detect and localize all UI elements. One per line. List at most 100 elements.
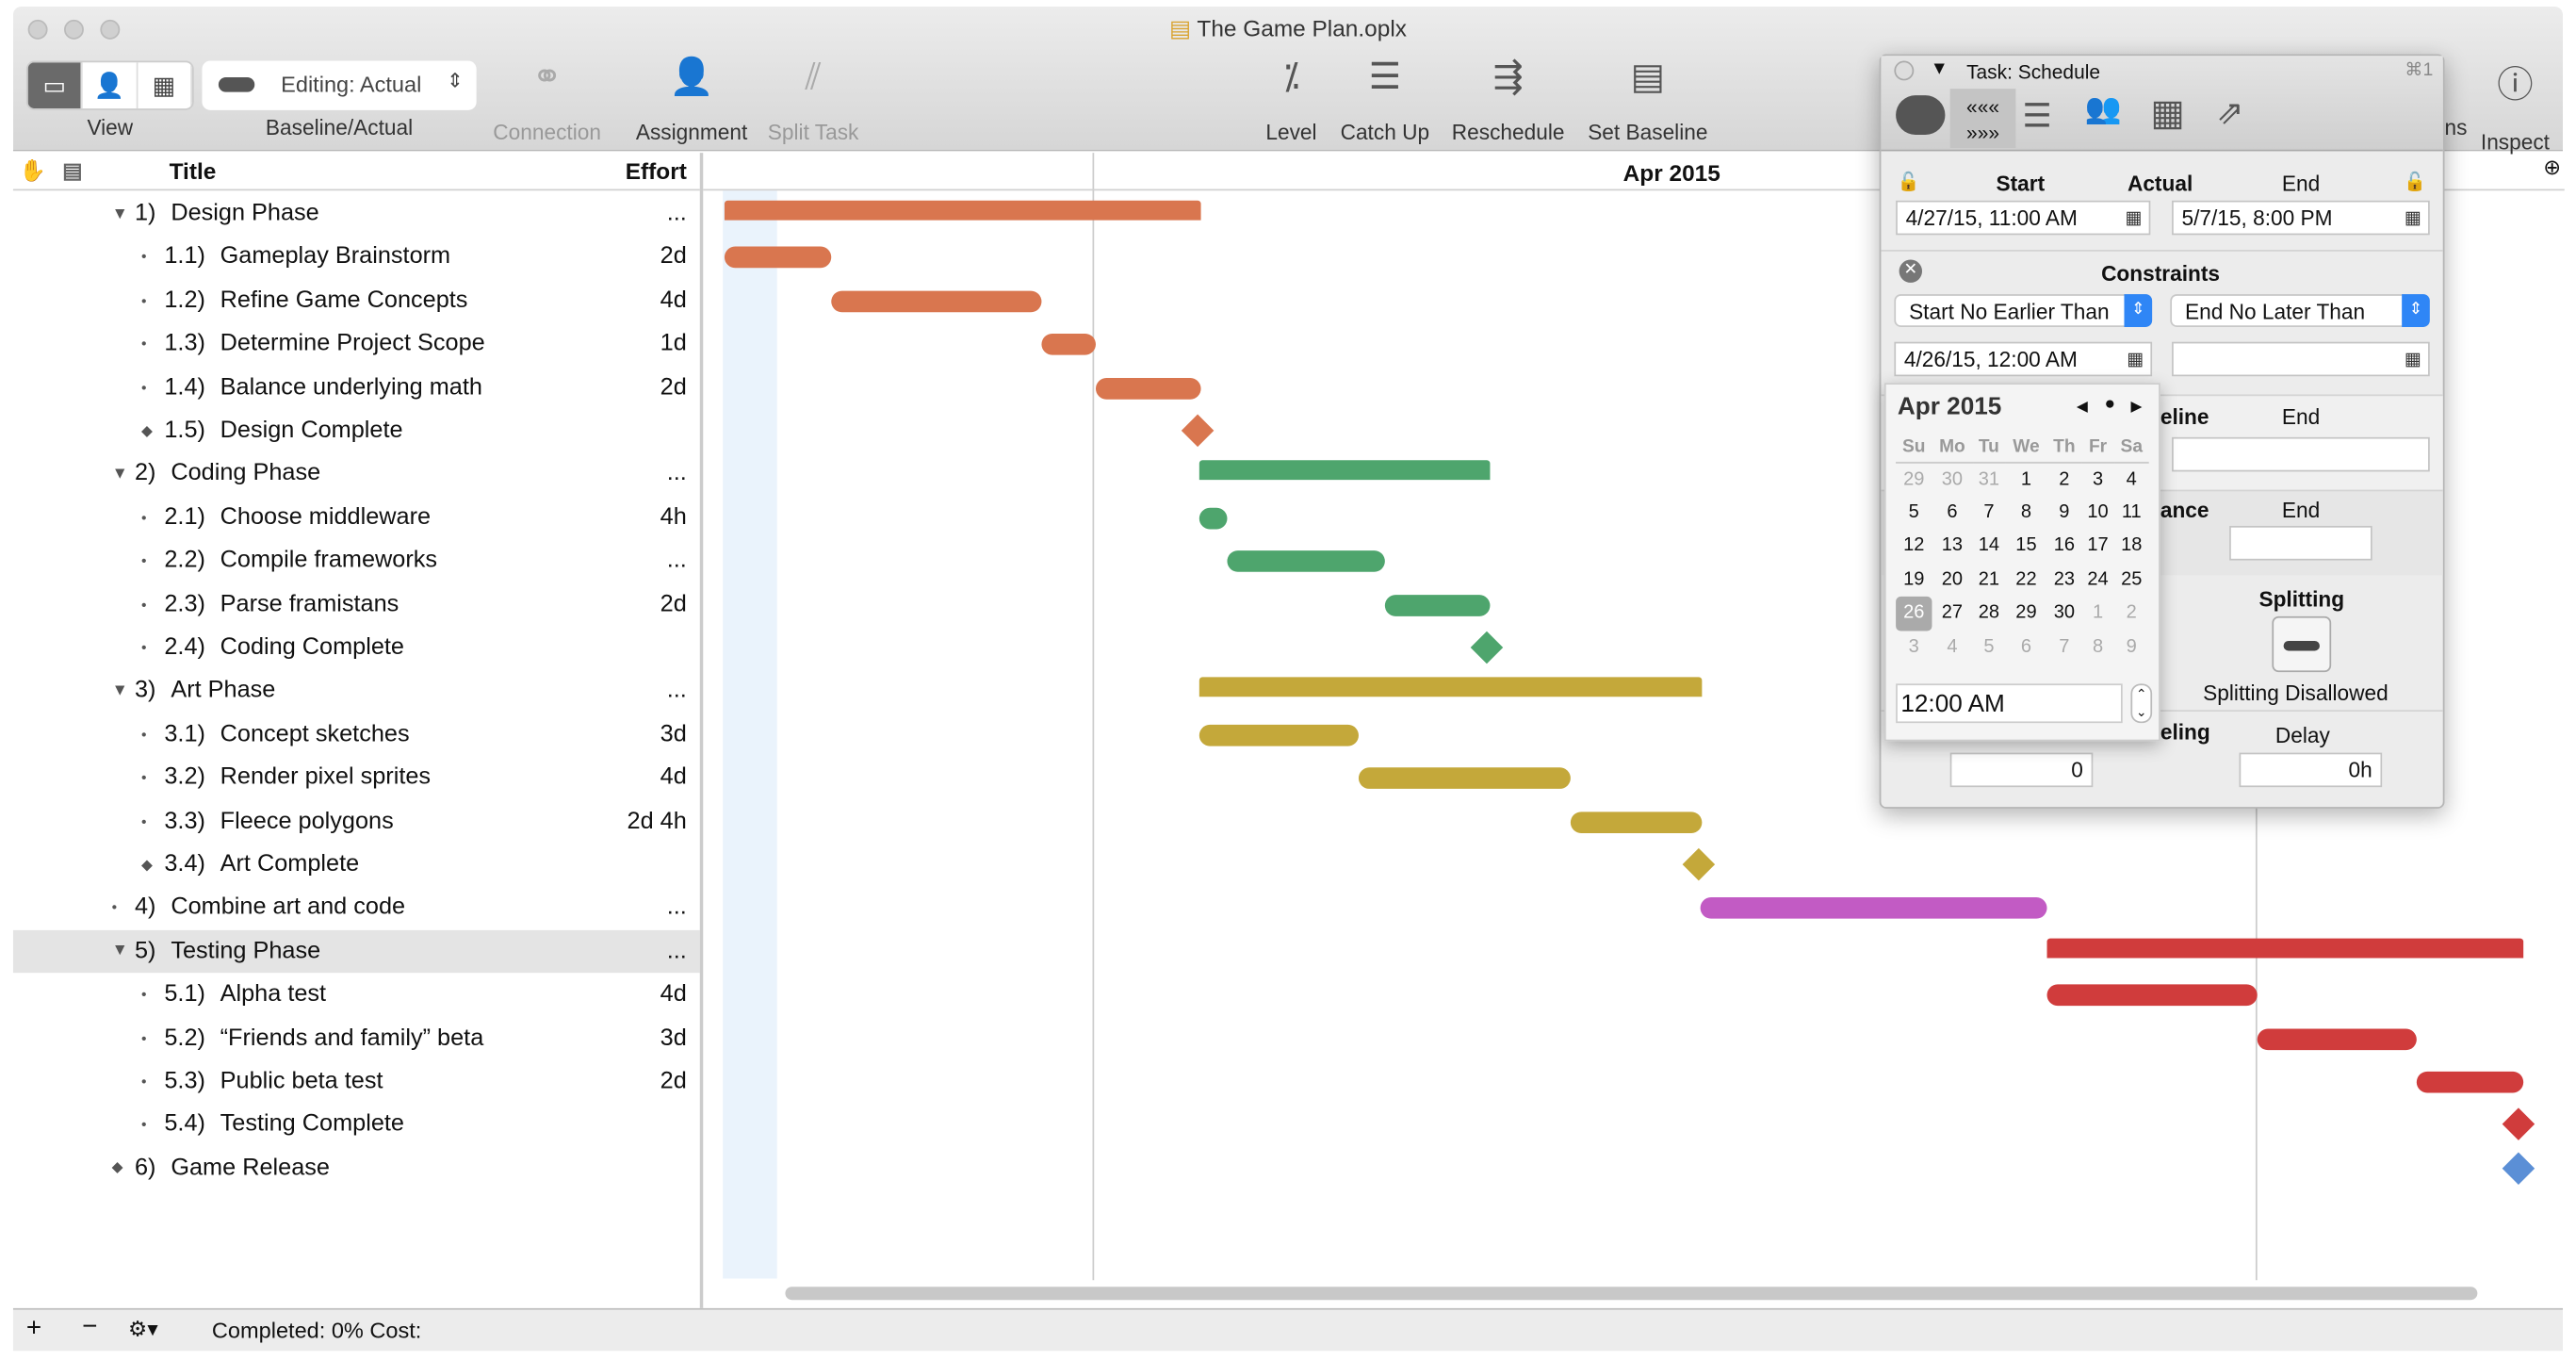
inspect-button[interactable]: ⓘ Inspect: [2470, 56, 2559, 155]
calendar-day[interactable]: 4: [2114, 462, 2149, 496]
task-effort[interactable]: ...: [667, 201, 687, 227]
disclosure-triangle-icon[interactable]: ▼: [112, 681, 128, 699]
task-bar[interactable]: [724, 247, 832, 269]
calendar-day[interactable]: 23: [2047, 563, 2082, 597]
next-month-icon[interactable]: ▶: [2130, 398, 2142, 416]
task-effort[interactable]: 1d: [660, 331, 687, 357]
end-date-field[interactable]: 5/7/15, 8:00 PM ▦: [2172, 200, 2430, 236]
calendar-day[interactable]: 29: [2005, 597, 2046, 631]
calendar-day[interactable]: 3: [1896, 631, 1932, 664]
dependencies-tab[interactable]: ☰: [2022, 95, 2051, 137]
calendar-day[interactable]: 16: [2047, 529, 2082, 563]
task-effort[interactable]: ...: [667, 938, 687, 964]
task-bar[interactable]: [831, 290, 1042, 312]
calendar-day[interactable]: 19: [1896, 563, 1932, 597]
task-effort[interactable]: 2d: [660, 1068, 687, 1094]
add-icon[interactable]: +: [26, 1315, 41, 1344]
outline-row[interactable]: • 5.3) Public beta test 2d: [13, 1060, 700, 1103]
task-bar[interactable]: [1198, 724, 1359, 746]
outline-row[interactable]: • 2.2) Compile frameworks...: [13, 539, 700, 582]
variance-end-field[interactable]: [2229, 525, 2372, 561]
gear-icon[interactable]: ⚙▾: [128, 1317, 158, 1343]
calendar-day[interactable]: 30: [2047, 597, 2082, 631]
task-effort[interactable]: 3d: [660, 1025, 687, 1051]
milestone-marker[interactable]: [1470, 631, 1504, 664]
calendar-day[interactable]: 11: [2114, 496, 2149, 530]
delay-field[interactable]: 0h: [2239, 752, 2383, 788]
inspector-close-button[interactable]: [1894, 60, 1915, 81]
calendar-day[interactable]: 17: [2081, 529, 2114, 563]
calendar-day[interactable]: 24: [2081, 563, 2114, 597]
calendar-day[interactable]: 9: [2114, 631, 2149, 664]
calendar-day[interactable]: 14: [1973, 529, 2006, 563]
calendar-day[interactable]: 5: [1896, 496, 1932, 530]
outline-row[interactable]: ◆ 1.5) Design Complete: [13, 409, 700, 451]
previous-month-icon[interactable]: ◀: [2077, 398, 2088, 416]
calendar-day[interactable]: 30: [1932, 462, 1972, 496]
task-bar[interactable]: [1227, 550, 1385, 573]
calendar-day[interactable]: 27: [1932, 597, 1972, 631]
task-effort[interactable]: 4h: [660, 504, 687, 531]
calendar-day[interactable]: 29: [1896, 462, 1932, 496]
calendar-day[interactable]: 7: [1973, 496, 2006, 530]
priority-field[interactable]: 0: [1949, 752, 2094, 788]
start-constraint-select[interactable]: Start No Earlier Than ⇕: [1894, 294, 2153, 327]
table-tab[interactable]: ▦: [2150, 92, 2184, 135]
set-baseline-button[interactable]: ▤ Set Baseline: [1577, 56, 1719, 144]
outline-row[interactable]: ▼ 2) Coding Phase...: [13, 452, 700, 495]
task-effort[interactable]: 2d: [660, 591, 687, 617]
task-bar[interactable]: [1041, 334, 1096, 355]
task-effort[interactable]: 4d: [660, 764, 687, 791]
remove-icon[interactable]: −: [82, 1313, 97, 1342]
outline-row[interactable]: • 5.2) “Friends and family” beta 3d: [13, 1017, 700, 1059]
lock-icon[interactable]: 🔓: [1898, 171, 1920, 192]
calendar-day[interactable]: 18: [2114, 529, 2149, 563]
calendar-day[interactable]: 28: [1973, 597, 2006, 631]
zoom-icon[interactable]: ⊕: [2543, 155, 2561, 181]
baseline-actual-select[interactable]: Editing: Actual ⇕: [202, 60, 477, 110]
task-bar[interactable]: [1384, 594, 1491, 616]
task-bar[interactable]: [2416, 1071, 2524, 1093]
outline-row[interactable]: ◆ 3.4) Art Complete: [13, 843, 700, 885]
outline-row[interactable]: ▼ 5) Testing Phase...: [12, 929, 700, 973]
resources-tab[interactable]: 👥: [2085, 92, 2122, 127]
calendar-view-icon[interactable]: ▦: [138, 62, 192, 109]
calendar-day[interactable]: 6: [1932, 496, 1972, 530]
group-bar[interactable]: [2046, 938, 2524, 959]
disclosure-triangle-icon[interactable]: ▼: [112, 943, 128, 960]
column-effort[interactable]: Effort: [626, 157, 687, 184]
outline-row[interactable]: ▼ 1) Design Phase...: [13, 192, 700, 235]
task-effort[interactable]: 4d: [660, 981, 687, 1008]
outline-row[interactable]: • 1.1) Gameplay Brainstorm 2d: [13, 236, 700, 278]
milestone-marker[interactable]: [2502, 1152, 2535, 1185]
group-bar[interactable]: [1198, 678, 1703, 697]
reschedule-button[interactable]: ⇶ Reschedule: [1445, 56, 1571, 144]
calendar-day[interactable]: 20: [1932, 563, 1972, 597]
calendar-icon[interactable]: ▦: [2405, 349, 2421, 369]
outline-row[interactable]: • 4) Combine art and code...: [13, 886, 700, 928]
task-effort[interactable]: ...: [667, 461, 687, 487]
task-bar[interactable]: [1198, 507, 1228, 530]
resource-view-icon[interactable]: 👤: [83, 62, 138, 109]
outline-row[interactable]: • 1.4) Balance underlying math 2d: [13, 366, 700, 408]
disclosure-triangle-icon[interactable]: ▼: [112, 205, 128, 222]
outline-row[interactable]: • 3.2) Render pixel sprites 4d: [13, 756, 700, 798]
calendar-icon[interactable]: ▦: [2405, 207, 2421, 228]
task-bar[interactable]: [1358, 767, 1571, 790]
outline-row[interactable]: • 3.1) Concept sketches 3d: [13, 713, 700, 755]
task-info-tab[interactable]: [1896, 95, 1946, 135]
assignment-button[interactable]: 👤 Assignment: [621, 56, 762, 144]
outline-row[interactable]: • 2.3) Parse framistans 2d: [13, 582, 700, 625]
outline-row[interactable]: ◆ 6) Game Release: [13, 1147, 700, 1189]
schedule-tab[interactable]: «««»»»: [1949, 89, 2016, 148]
calendar-day[interactable]: 25: [2114, 563, 2149, 597]
group-bar[interactable]: [724, 200, 1201, 221]
calendar-day[interactable]: 26: [1896, 596, 1932, 631]
calendar-day[interactable]: 8: [2005, 496, 2046, 530]
end-constraint-select[interactable]: End No Later Than ⇕: [2170, 294, 2430, 327]
calendar-day[interactable]: 15: [2005, 529, 2046, 563]
end-constraint-date-field[interactable]: ▦: [2172, 341, 2430, 377]
catch-up-button[interactable]: ☰ Catch Up: [1334, 56, 1436, 144]
view-segmented-control[interactable]: ▭ 👤 ▦: [25, 60, 194, 110]
task-effort[interactable]: 3d: [660, 721, 687, 747]
